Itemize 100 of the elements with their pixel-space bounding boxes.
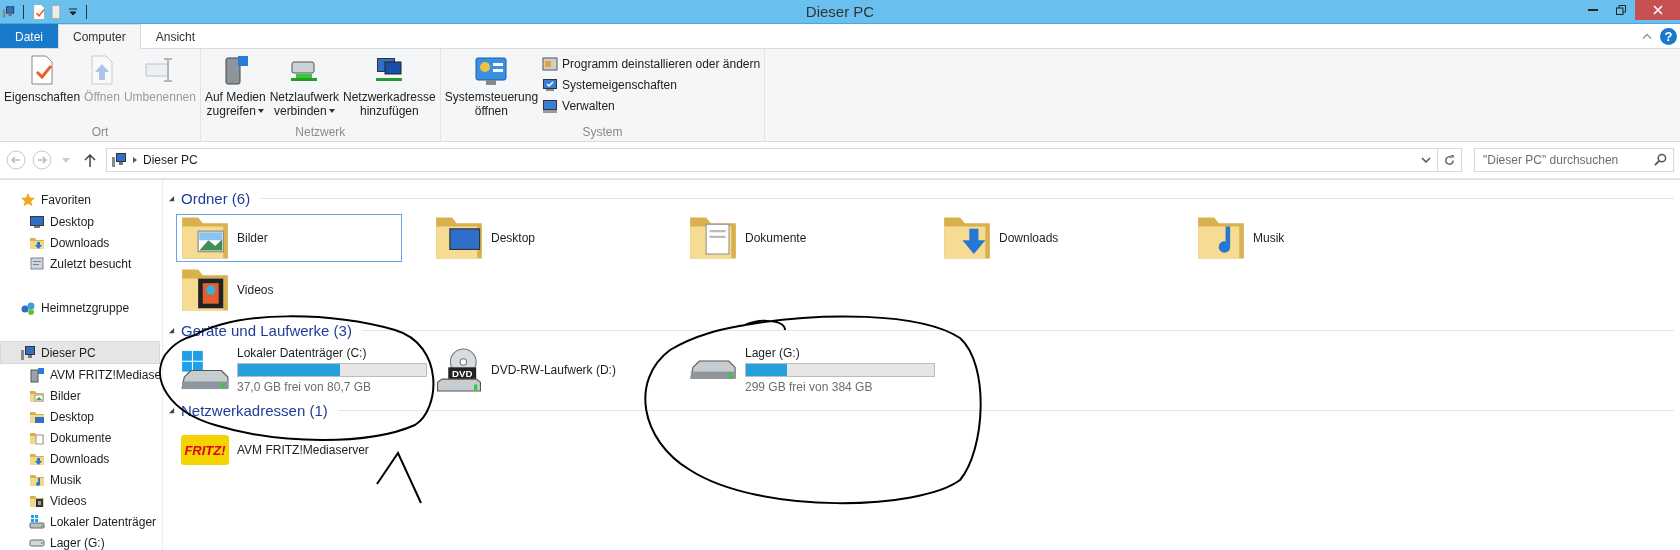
recent-places-icon — [29, 255, 45, 272]
item-name: Musik — [1253, 231, 1285, 245]
sidebar-item[interactable]: Downloads — [0, 448, 162, 469]
control-panel-icon — [474, 54, 509, 86]
ribbon-tab[interactable]: Ansicht — [140, 24, 211, 48]
help-button[interactable]: ? — [1660, 27, 1677, 45]
sidebar-item[interactable]: Heimnetzgruppe — [0, 296, 160, 319]
item-name: Bilder — [237, 231, 268, 245]
item-name: Dokumente — [745, 231, 807, 245]
sidebar-item[interactable]: Desktop — [0, 406, 162, 427]
refresh-button[interactable] — [1438, 148, 1462, 172]
expand-triangle-icon[interactable] — [168, 406, 175, 414]
item-tile[interactable]: Videos — [176, 266, 402, 314]
item-tile[interactable]: Desktop — [430, 214, 656, 262]
videos-folder-icon — [181, 268, 229, 312]
sidebar-item[interactable]: Dieser PC — [0, 341, 160, 364]
sidebar-item[interactable]: Musik — [0, 469, 162, 490]
media-device-icon — [29, 366, 45, 383]
sidebar-item[interactable]: Downloads — [0, 232, 162, 253]
sidebar-item[interactable]: Lager (G:) — [0, 532, 162, 550]
close-icon — [1652, 5, 1663, 15]
computer-icon — [111, 152, 127, 168]
computer-icon[interactable] — [2, 3, 15, 20]
sidebar-label: Lager (G:) — [50, 535, 105, 550]
ribbon-button[interactable]: Systemeigenschaften — [540, 75, 763, 95]
music-folder-icon — [1197, 216, 1245, 260]
search-field[interactable]: "Dieser PC" durchsuchen — [1474, 148, 1674, 172]
dropdown-caret-icon — [257, 109, 264, 113]
system-drive-icon — [29, 513, 45, 530]
sidebar-label: Musik — [50, 472, 82, 487]
sidebar-label: Desktop — [50, 214, 95, 229]
ribbon-button[interactable]: Auf Medien zugreifen — [202, 52, 268, 120]
ribbon-tab[interactable]: Computer — [58, 24, 141, 49]
breadcrumb[interactable]: Dieser PC — [143, 153, 198, 167]
documents-folder-icon — [689, 216, 737, 260]
minimize-icon — [1588, 9, 1598, 11]
restore-icon — [1616, 5, 1626, 15]
expand-triangle-icon[interactable] — [168, 194, 175, 202]
sidebar-label: Downloads — [50, 451, 110, 466]
item-name: Desktop — [491, 231, 536, 245]
programs-icon — [542, 56, 559, 72]
ribbon-button[interactable]: Programm deinstallieren oder ändern — [540, 54, 763, 74]
sidebar-item[interactable]: Favoriten — [0, 188, 160, 211]
free-space-label: 299 GB frei von 384 GB — [745, 380, 874, 394]
item-tile[interactable]: Bilder — [176, 214, 402, 262]
sidebar-label: AVM FRITZ!Mediase — [50, 367, 162, 382]
chevron-down-icon[interactable] — [1421, 157, 1431, 163]
sidebar-item[interactable]: Lokaler Datenträger — [0, 511, 162, 532]
ribbon-button[interactable]: Systemsteuerung öffnen — [442, 52, 541, 120]
ribbon-button[interactable]: Netzlaufwerk verbinden — [267, 52, 341, 120]
sidebar-item[interactable]: Zuletzt besucht — [0, 253, 162, 274]
ribbon-button[interactable]: Verwalten — [540, 96, 763, 116]
item-tile[interactable]: DVD DVD-RW-Laufwerk (D:) — [430, 346, 656, 394]
drive-icon — [689, 360, 737, 380]
item-name: DVD-RW-Laufwerk (D:) — [491, 363, 616, 377]
window-title: Dieser PC — [805, 3, 875, 20]
item-name: AVM FRITZ!Mediaserver — [237, 443, 369, 457]
computer-icon — [20, 344, 36, 361]
item-tile[interactable]: Musik — [1192, 214, 1418, 262]
system-drive-icon — [181, 348, 229, 392]
download-folder-icon — [943, 216, 991, 260]
free-space-label: 37,0 GB frei von 80,7 GB — [237, 380, 373, 394]
sidebar-label: Favoriten — [41, 192, 92, 207]
customize-arrow-icon[interactable] — [68, 7, 78, 16]
sidebar-label: Dokumente — [50, 430, 112, 445]
desktop-folder-icon — [435, 216, 483, 260]
sidebar-item[interactable]: Desktop — [0, 211, 162, 232]
up-arrow-icon[interactable] — [84, 153, 96, 167]
properties-icon[interactable] — [32, 3, 45, 20]
sidebar-label: Desktop — [50, 409, 95, 424]
item-name: Downloads — [999, 231, 1059, 245]
item-tile[interactable]: Lager (G:) 299 GB frei von 384 GB — [684, 346, 940, 394]
address-bar[interactable]: Dieser PC — [106, 148, 1438, 172]
drive-name: Lokaler Datenträger (C:) — [237, 346, 368, 360]
sidebar-label: Lokaler Datenträger — [50, 514, 157, 529]
ribbon-tab[interactable]: Datei — [0, 24, 58, 48]
expand-triangle-icon[interactable] — [168, 326, 175, 334]
drive-icon — [29, 538, 45, 547]
item-tile[interactable]: Downloads — [938, 214, 1164, 262]
item-tile[interactable]: FRITZ! AVM FRITZ!Mediaserver — [176, 426, 402, 474]
sidebar-item[interactable]: Dokumente — [0, 427, 162, 448]
sidebar-label: Heimnetzgruppe — [41, 300, 130, 315]
sidebar-label: Bilder — [50, 388, 81, 403]
item-tile[interactable]: Lokaler Datenträger (C:) 37,0 GB frei von 80,7 GB — [176, 346, 432, 394]
collapse-ribbon-icon[interactable] — [1642, 32, 1652, 40]
sidebar-item[interactable]: AVM FRITZ!Mediase — [0, 364, 162, 385]
sidebar-label: Zuletzt besucht — [50, 256, 132, 271]
star-icon — [20, 191, 36, 208]
group-label: Ort — [90, 125, 110, 139]
ribbon-button[interactable]: Eigenschaften — [2, 52, 83, 106]
breadcrumb-arrow-icon — [133, 157, 137, 163]
system-properties-icon — [542, 77, 559, 93]
sidebar-item[interactable]: Bilder — [0, 385, 162, 406]
ribbon-button[interactable]: Netzwerkadresse hinzufügen — [341, 52, 438, 120]
pictures-folder-icon — [181, 216, 229, 260]
sidebar-item[interactable]: Videos — [0, 490, 162, 511]
search-icon[interactable] — [1654, 153, 1667, 166]
sidebar-label: Dieser PC — [41, 345, 96, 360]
logo: FRITZ! — [181, 435, 229, 465]
item-tile[interactable]: Dokumente — [684, 214, 910, 262]
